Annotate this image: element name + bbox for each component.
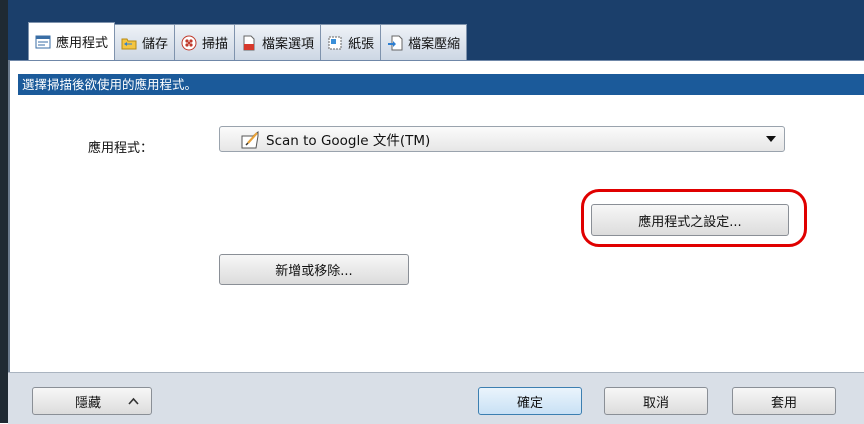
application-icon — [35, 35, 51, 48]
scan-icon — [181, 35, 197, 50]
tab-label: 掃描 — [202, 37, 229, 52]
cancel-button[interactable]: 取消 — [604, 387, 708, 415]
window-frame — [0, 0, 8, 423]
tab-application[interactable]: 應用程式 — [28, 22, 116, 60]
tab-label: 儲存 — [142, 37, 169, 52]
add-remove-button[interactable]: 新增或移除... — [219, 254, 409, 285]
tab-strip: 應用程式 儲存 掃描 檔案選項 紙張 檔案壓縮 — [28, 22, 468, 60]
hide-button-label: 隱藏 — [75, 395, 102, 411]
tab-file-options[interactable]: 檔案選項 — [234, 24, 322, 60]
tab-label: 應用程式 — [56, 36, 109, 51]
folder-icon — [121, 38, 137, 49]
tab-label: 檔案選項 — [262, 37, 315, 52]
tab-compression[interactable]: 檔案壓縮 — [380, 24, 468, 60]
application-label: 應用程式： — [88, 141, 154, 156]
ok-button[interactable]: 確定 — [478, 387, 582, 415]
hide-button[interactable]: 隱藏 — [32, 387, 152, 415]
tab-panel-application: 選擇掃描後欲使用的應用程式。 應用程式： Scan to Google 文件(T… — [8, 60, 864, 373]
tab-scan[interactable]: 掃描 — [174, 24, 236, 60]
tab-save[interactable]: 儲存 — [114, 24, 176, 60]
dropdown-arrow-icon[interactable] — [766, 136, 776, 142]
app-settings-button[interactable]: 應用程式之設定... — [591, 204, 789, 236]
bottom-button-bar: 隱藏 確定 取消 套用 — [8, 372, 864, 424]
application-dropdown[interactable]: Scan to Google 文件(TM) — [219, 126, 785, 152]
panel-border — [8, 60, 10, 372]
google-docs-icon — [241, 131, 259, 149]
tab-label: 檔案壓縮 — [408, 37, 461, 52]
file-options-icon — [243, 35, 255, 50]
apply-button[interactable]: 套用 — [732, 387, 836, 415]
paper-icon — [328, 36, 342, 49]
description-bar: 選擇掃描後欲使用的應用程式。 — [18, 74, 864, 95]
tab-paper[interactable]: 紙張 — [320, 24, 382, 60]
scan-settings-window: 應用程式 儲存 掃描 檔案選項 紙張 檔案壓縮 選擇掃描後欲使用的應用程式。 應… — [0, 0, 864, 424]
tab-label: 紙張 — [348, 37, 375, 52]
chevron-up-icon — [128, 397, 139, 405]
compression-icon — [388, 35, 403, 50]
application-selected-value: Scan to Google 文件(TM) — [266, 133, 431, 149]
